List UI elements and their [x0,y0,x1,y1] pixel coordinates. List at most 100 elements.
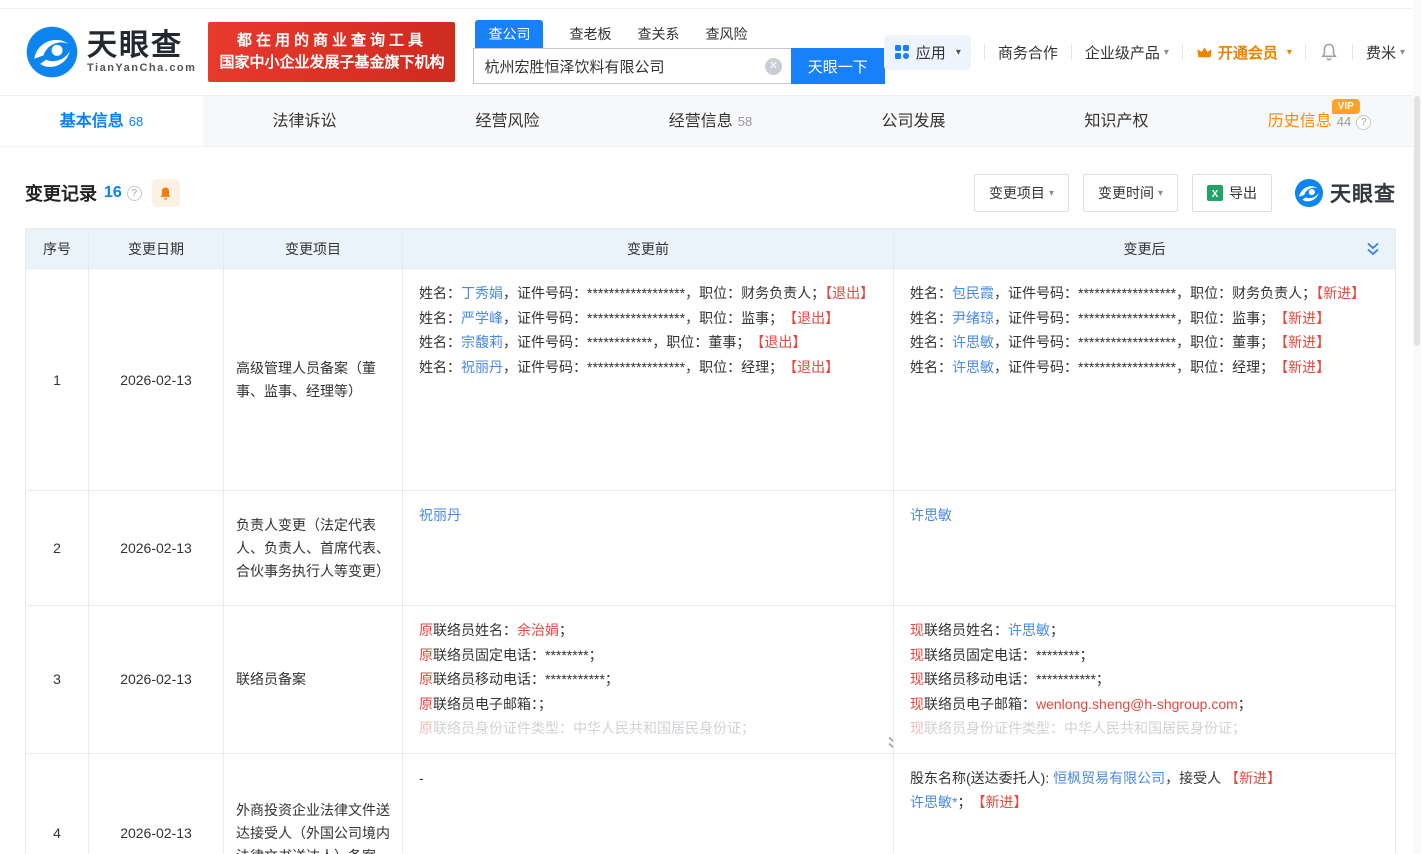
entity-link[interactable]: 祝丽丹 [461,359,503,375]
text-segment: 联络员电子邮箱： [924,696,1036,712]
text-segment: 姓名： [419,285,461,301]
vip-badge: VIP [1332,99,1360,114]
tab-经营风险[interactable]: 经营风险 [406,96,609,146]
entity-link[interactable]: 恒枫贸易有限公司 [1053,770,1165,786]
expand-row-icon[interactable] [886,735,894,751]
change-tag: 【新进】 [1281,359,1330,375]
table-header-row: 序号变更日期变更项目变更前变更后 [26,229,1396,269]
text-segment: ； [559,622,573,638]
tab-count: 68 [129,114,143,129]
text-segment: ，证件号码：******************，职位：董事； [994,334,1281,350]
help-icon[interactable]: ? [1356,115,1371,130]
row-index: 2 [26,491,89,606]
text-segment: 姓名： [419,334,461,350]
tab-公司发展[interactable]: 公司发展 [812,96,1015,146]
entity-link[interactable]: 尹绪琼 [952,310,994,326]
change-line: 现联络员电子邮箱：wenlong.sheng@h-shgroup.com； [910,692,1379,717]
filter-button[interactable]: 变更时间▾ [1083,174,1178,212]
entity-link[interactable]: 许思敏 [910,507,952,523]
entity-link[interactable]: 许思敏 [952,359,994,375]
top-strip [0,0,1421,9]
text-segment: 联络员固定电话：********； [433,647,603,663]
tab-count: 44 [1337,114,1351,129]
slogan-badge: 都在用的商业查询工具 国家中小企业发展子基金旗下机构 [208,22,455,82]
table-row: 22026-02-13负责人变更（法定代表人、负责人、首席代表、合伙事务执行人等… [26,491,1396,606]
text-segment: ，证件号码：************，职位：董事； [503,334,757,350]
company-tabbar: 基本信息 68 法律诉讼经营风险经营信息58 公司发展 知识产权历史信息44?VIP [0,95,1421,147]
entity-link[interactable]: 许思敏* [910,794,957,810]
entity-link[interactable]: 严学峰 [461,310,503,326]
filter-buttons: 变更项目▾ 变更时间▾ [974,174,1178,212]
site-logo[interactable]: 天眼查 TianYanCha.com [25,25,196,79]
change-after-cell: 股东名称(送达委托人): 恒枫贸易有限公司，接受人 【新进】许思敏*； 【新进】 [894,753,1396,854]
scrollbar-thumb[interactable] [1414,96,1420,346]
tab-知识产权[interactable]: 知识产权 [1015,96,1218,146]
username: 费米 [1366,42,1396,63]
entity-link[interactable]: 宗馥莉 [461,334,503,350]
change-date: 2026-02-13 [89,491,224,606]
biz-coop-link[interactable]: 商务合作 [998,42,1058,63]
column-header: 序号 [26,229,89,269]
tab-历史信息[interactable]: 历史信息44?VIP [1218,96,1421,146]
open-vip-menu[interactable]: 开通会员 ▾ [1196,42,1292,63]
entity-link[interactable]: 包民霞 [952,285,994,301]
brand-name: 天眼查 [87,30,196,62]
search-tab[interactable]: 查关系 [637,20,679,48]
chevron-down-icon: ▾ [1287,47,1292,58]
search-input[interactable] [474,49,764,83]
text-segment: ，证件号码：******************，职位：财务负责人； [994,285,1316,301]
tab-label: 公司发展 [881,113,945,130]
change-line: 原联络员姓名：余治娟； [419,618,877,643]
search-bar: ✕ 天眼一下 [473,48,883,84]
section-title: 变更记录 [25,180,97,206]
apps-menu[interactable]: 应用 ▾ [884,35,971,70]
divider [1071,44,1072,60]
search-tab[interactable]: 查风险 [705,20,747,48]
change-tag: 【新进】 [978,794,1027,810]
entity-link[interactable]: 许思敏 [952,334,994,350]
search-button[interactable]: 天眼一下 [791,48,885,84]
change-date: 2026-02-13 [89,269,224,491]
tab-法律诉讼[interactable]: 法律诉讼 [203,96,406,146]
faded-prefix: 原 [419,720,433,736]
text-segment: 姓名： [419,359,461,375]
subscribe-bell-button[interactable] [152,179,180,207]
entity-link[interactable]: 许思敏 [1008,622,1050,638]
user-menu[interactable]: 费米 ▾ [1366,42,1405,63]
change-before-cell: 祝丽丹 [403,491,894,606]
scrollbar[interactable] [1413,0,1421,854]
change-item: 外商投资企业法律文件送达接受人（外国公司境内法律文书送达人）备案 [224,753,403,854]
entity-link[interactable]: 祝丽丹 [419,507,461,523]
text-segment: 姓名： [910,310,952,326]
export-button[interactable]: X 导出 [1192,174,1272,212]
svg-text:X: X [1212,189,1219,200]
entity-link[interactable]: 丁秀娟 [461,285,503,301]
text-segment: ，证件号码：******************，职位：监事； [503,310,790,326]
section-count: 16 [104,184,122,202]
help-icon[interactable]: ? [127,186,142,201]
change-tag: 【新进】 [1225,770,1281,786]
crown-icon [1196,45,1213,60]
tianyancha-logo-icon [1294,178,1324,208]
change-line: - [419,766,877,791]
divider [984,44,985,60]
watermark-logo: 天眼查 [1294,178,1396,208]
tab-经营信息[interactable]: 经营信息58 [609,96,812,146]
tab-基本信息[interactable]: 基本信息 68 [0,96,203,146]
grid-icon [894,44,910,60]
search-tab[interactable]: 查公司 [475,20,543,48]
notifications-bell[interactable] [1319,42,1339,62]
brand-domain: TianYanCha.com [87,62,196,74]
clear-search-icon[interactable]: ✕ [765,58,782,75]
change-tag: 【退出】 [790,359,839,375]
enterprise-menu[interactable]: 企业级产品 ▾ [1085,42,1169,63]
filter-button[interactable]: 变更项目▾ [974,174,1069,212]
collapse-table-icon[interactable] [1365,241,1381,260]
tab-label: 基本信息 [60,113,124,130]
text-segment: 姓名： [910,334,952,350]
row-index: 4 [26,753,89,854]
tab-count: 58 [738,114,752,129]
highlight-text: 现 [910,622,924,638]
change-before-cell: 原联络员姓名：余治娟；原联络员固定电话：********；原联络员移动电话：**… [403,606,894,754]
search-tab[interactable]: 查老板 [569,20,611,48]
